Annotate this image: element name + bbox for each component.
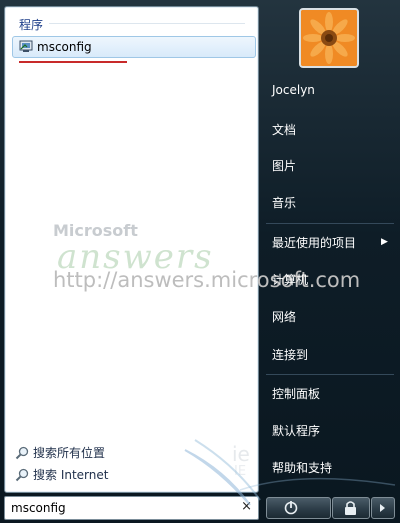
results-group-header: 程序	[19, 18, 44, 32]
documents-item[interactable]: 文档	[272, 121, 296, 138]
power-button[interactable]	[266, 497, 331, 519]
search-input[interactable]	[11, 500, 231, 516]
divider	[266, 223, 394, 224]
watermark-ie-small: IE	[234, 464, 247, 479]
lock-button[interactable]	[332, 497, 370, 519]
search-icon	[15, 446, 29, 459]
search-internet-link[interactable]: 搜索 Internet	[15, 466, 108, 483]
search-results-pane: 程序 msconfig Microsoft answers http://ans…	[4, 6, 360, 493]
power-buttons	[266, 497, 395, 519]
help-support-item[interactable]: 帮助和支持	[272, 459, 332, 476]
divider	[266, 374, 394, 375]
chevron-right-icon	[380, 504, 385, 512]
watermark: Microsoft answers http://answers.microso…	[53, 221, 360, 301]
watermark-url: http://answers.microsoft.com	[53, 268, 361, 292]
connect-to-item[interactable]: 连接到	[272, 346, 308, 363]
watermark-ie: ie	[232, 442, 250, 466]
group-divider	[49, 23, 245, 24]
clear-search-button[interactable]: ×	[241, 499, 252, 514]
start-menu: 程序 msconfig Microsoft answers http://ans…	[0, 0, 400, 523]
pictures-item[interactable]: 图片	[272, 157, 296, 174]
music-item[interactable]: 音乐	[272, 194, 296, 211]
start-search-box[interactable]: ×	[4, 496, 259, 520]
watermark-microsoft: Microsoft	[53, 221, 138, 240]
recent-items-item[interactable]: 最近使用的项目	[272, 234, 356, 251]
power-icon	[284, 501, 298, 515]
network-item[interactable]: 网络	[272, 308, 296, 325]
default-programs-item[interactable]: 默认程序	[272, 422, 320, 439]
submenu-arrow-icon: ▶	[381, 237, 388, 247]
result-item-msconfig[interactable]: msconfig	[12, 36, 256, 58]
search-icon	[15, 468, 29, 481]
search-internet-label: 搜索 Internet	[33, 468, 109, 482]
result-label: msconfig	[37, 40, 92, 54]
highlight-underline	[19, 61, 127, 63]
flower-icon	[301, 10, 357, 66]
msconfig-app-icon	[19, 40, 33, 52]
control-panel-item[interactable]: 控制面板	[272, 385, 320, 402]
search-everywhere-label: 搜索所有位置	[33, 446, 106, 460]
user-avatar[interactable]	[299, 8, 359, 68]
computer-item[interactable]: 计算机	[272, 271, 308, 288]
shutdown-options-button[interactable]	[371, 497, 395, 519]
lock-icon	[345, 501, 356, 515]
search-everywhere-link[interactable]: 搜索所有位置	[15, 444, 105, 461]
user-name-item[interactable]: Jocelyn	[272, 83, 315, 97]
watermark-answers: answers	[57, 237, 214, 277]
